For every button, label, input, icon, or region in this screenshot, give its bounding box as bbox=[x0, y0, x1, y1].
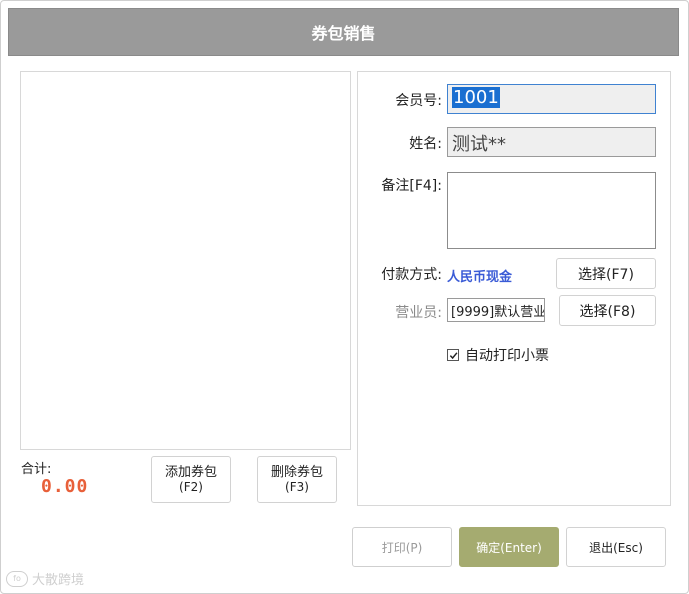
print-button[interactable]: 打印(P) bbox=[352, 527, 452, 567]
member-number-value: 1001 bbox=[452, 87, 500, 108]
confirm-button[interactable]: 确定(Enter) bbox=[459, 527, 559, 567]
payment-method-label: 付款方式: bbox=[381, 267, 442, 283]
name-value: 测试** bbox=[452, 134, 506, 155]
delete-coupon-button[interactable]: 删除券包 (F3) bbox=[257, 456, 337, 503]
check-icon bbox=[449, 351, 457, 359]
exit-button[interactable]: 退出(Esc) bbox=[566, 527, 666, 567]
delete-coupon-shortcut: (F3) bbox=[285, 479, 309, 494]
delete-coupon-label: 删除券包 bbox=[270, 464, 323, 480]
salesperson-label: 营业员: bbox=[395, 305, 442, 321]
total-label: 合计: bbox=[21, 462, 52, 477]
name-label: 姓名: bbox=[409, 136, 442, 152]
auto-print-label: 自动打印小票 bbox=[465, 348, 549, 364]
name-input[interactable]: 测试** bbox=[447, 127, 656, 157]
add-coupon-shortcut: (F2) bbox=[179, 479, 203, 494]
salesperson-value: [9999]默认营业 bbox=[451, 305, 545, 320]
remark-textarea[interactable] bbox=[447, 172, 656, 249]
auto-print-checkbox[interactable] bbox=[447, 349, 459, 361]
watermark: fo 大散跨境 bbox=[6, 569, 84, 588]
watermark-logo-icon: fo bbox=[6, 570, 28, 587]
remark-label: 备注[F4]: bbox=[381, 178, 442, 194]
select-payment-button[interactable]: 选择(F7) bbox=[556, 258, 656, 289]
salesperson-input[interactable]: [9999]默认营业 bbox=[447, 298, 545, 322]
member-label: 会员号: bbox=[395, 93, 442, 109]
member-number-input[interactable]: 1001 bbox=[447, 84, 656, 114]
payment-method-value: 人民币现金 bbox=[447, 270, 513, 285]
select-salesperson-button[interactable]: 选择(F8) bbox=[559, 295, 656, 326]
total-value: 0.00 bbox=[41, 476, 89, 497]
watermark-text: 大散跨境 bbox=[32, 573, 85, 588]
coupon-list-panel[interactable] bbox=[20, 71, 351, 450]
window-title: 券包销售 bbox=[311, 24, 376, 43]
add-coupon-button[interactable]: 添加券包 (F2) bbox=[151, 456, 231, 503]
auto-print-option[interactable]: 自动打印小票 bbox=[447, 345, 549, 365]
coupon-sale-dialog: 券包销售 合计: 0.00 添加券包 (F2) 删除券包 (F3) 会员号: 1… bbox=[0, 0, 689, 594]
add-coupon-label: 添加券包 bbox=[164, 464, 217, 480]
title-bar: 券包销售 bbox=[8, 8, 679, 56]
